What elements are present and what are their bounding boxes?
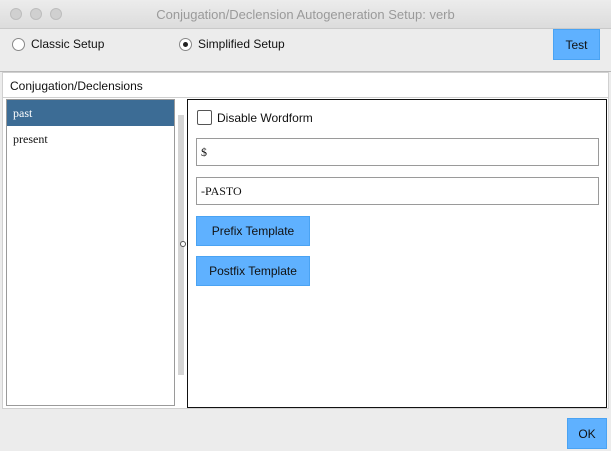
ok-button[interactable]: OK [567, 418, 607, 449]
simplified-setup-label: Simplified Setup [198, 37, 285, 51]
section-title: Conjugation/Declensions [10, 79, 143, 93]
checkbox-icon[interactable] [197, 110, 212, 125]
window-title: Conjugation/Declension Autogeneration Se… [156, 7, 455, 22]
radio-selected-icon[interactable] [179, 37, 192, 51]
list-item-past[interactable]: past [7, 100, 174, 126]
template-field-2[interactable]: -PASTO [196, 177, 599, 205]
list-item-present[interactable]: present [7, 126, 174, 152]
splitter-grip-icon[interactable] [180, 241, 186, 247]
title-bar: Conjugation/Declension Autogeneration Se… [0, 0, 611, 29]
footer-bar [0, 409, 611, 451]
test-button[interactable]: Test [553, 29, 600, 60]
radio-unselected-icon[interactable] [12, 37, 25, 51]
template-field-1[interactable]: $ [196, 138, 599, 166]
simplified-setup-radio[interactable]: Simplified Setup [179, 37, 285, 51]
conjugation-list[interactable]: past present [6, 99, 175, 406]
prefix-template-button[interactable]: Prefix Template [196, 216, 310, 246]
section-divider [2, 97, 609, 98]
disable-wordform-checkbox[interactable]: Disable Wordform [197, 110, 313, 125]
disable-wordform-label: Disable Wordform [217, 110, 313, 125]
setup-mode-bar: Classic Setup Simplified Setup Test [0, 29, 611, 72]
postfix-template-button[interactable]: Postfix Template [196, 256, 310, 286]
classic-setup-radio[interactable]: Classic Setup [12, 37, 104, 51]
classic-setup-label: Classic Setup [31, 37, 105, 51]
